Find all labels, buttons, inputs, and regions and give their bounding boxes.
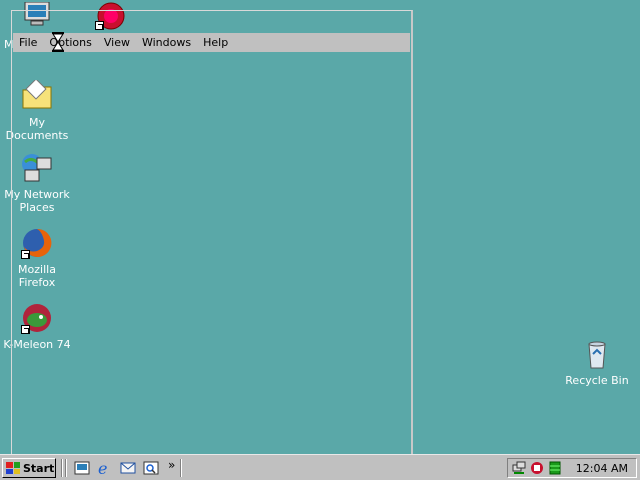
network-tray-icon[interactable] bbox=[512, 461, 526, 478]
taskbar-separator bbox=[65, 459, 67, 477]
taskbar-clock[interactable]: 12:04 AM bbox=[576, 462, 628, 475]
menu-bar: File Options View Windows Help bbox=[13, 33, 410, 52]
taskbar-separator bbox=[61, 459, 63, 477]
windows-logo-icon bbox=[6, 462, 20, 474]
menu-windows[interactable]: Windows bbox=[142, 36, 191, 49]
recycle-bin-icon bbox=[581, 338, 613, 370]
internet-explorer-icon[interactable]: e bbox=[97, 459, 113, 478]
menu-file[interactable]: File bbox=[19, 36, 37, 49]
quick-launch-chevron[interactable]: » bbox=[168, 458, 175, 472]
show-desktop-icon[interactable] bbox=[74, 460, 90, 476]
menu-help[interactable]: Help bbox=[203, 36, 228, 49]
search-icon[interactable] bbox=[143, 460, 159, 476]
monitor-tray-icon[interactable] bbox=[548, 461, 562, 478]
outlook-express-icon[interactable] bbox=[120, 460, 136, 476]
taskbar: Start e » 12:04 AM bbox=[0, 454, 640, 480]
desktop-icon-recycle-bin[interactable]: Recycle Bin bbox=[560, 338, 634, 387]
system-tray: 12:04 AM bbox=[507, 458, 637, 478]
volume-tray-icon[interactable] bbox=[530, 461, 544, 478]
app-window-frame bbox=[11, 10, 413, 456]
taskbar-separator bbox=[180, 459, 182, 477]
svg-text:e: e bbox=[98, 460, 107, 476]
start-button[interactable]: Start bbox=[2, 458, 56, 478]
menu-view[interactable]: View bbox=[104, 36, 130, 49]
recycle-bin-label: Recycle Bin bbox=[565, 374, 629, 387]
start-label: Start bbox=[23, 461, 55, 475]
hourglass-cursor-icon bbox=[52, 32, 64, 55]
